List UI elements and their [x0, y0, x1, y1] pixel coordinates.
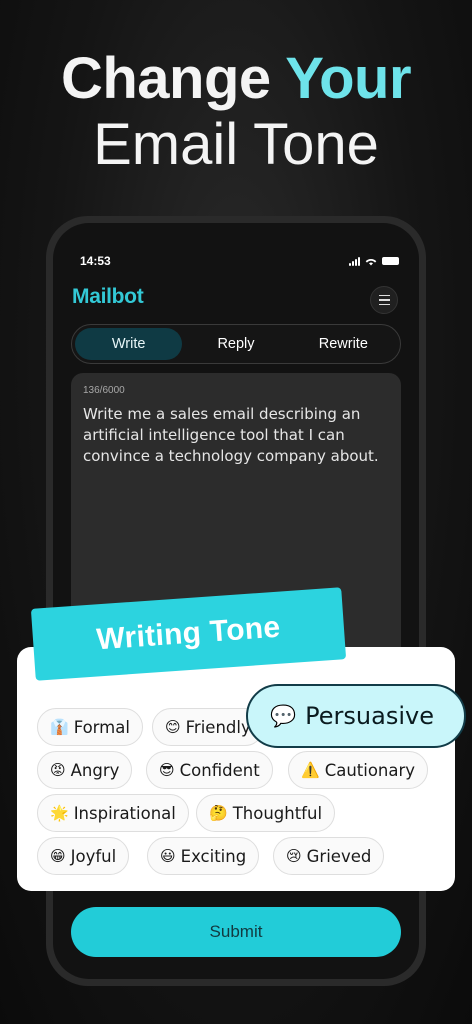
headline-word-change: Change	[60, 46, 271, 111]
headline-word-your: Your	[285, 46, 412, 111]
tone-chip-exciting[interactable]: 😃 Exciting	[147, 837, 260, 875]
thinking-face-icon: 🤔	[209, 804, 228, 822]
signal-icon	[349, 256, 360, 266]
menu-button[interactable]	[370, 286, 398, 314]
tone-chip-label: Thoughtful	[232, 803, 323, 823]
menu-icon	[378, 294, 390, 297]
tone-chip-label: Inspirational	[73, 803, 176, 823]
status-time: 14:53	[80, 254, 111, 268]
tone-chip-label: Formal	[73, 717, 130, 737]
warning-icon: ⚠️	[301, 761, 320, 779]
tone-chip-label: Joyful	[70, 846, 117, 866]
angry-face-icon: 😡	[50, 761, 66, 779]
headline: Change Your Email Tone	[0, 46, 472, 178]
wifi-icon	[365, 258, 377, 265]
tone-chip-label: Confident	[179, 760, 260, 780]
tone-chip-grieved[interactable]: 😢 Grieved	[273, 837, 385, 875]
tone-chip-label: Friendly	[185, 717, 251, 737]
sunglasses-face-icon: 😎	[159, 761, 175, 779]
tone-chip-label: Cautionary	[324, 760, 416, 780]
status-bar: 14:53	[80, 253, 399, 269]
crying-face-icon: 😢	[286, 847, 302, 865]
smile-icon: 😊	[165, 718, 181, 736]
grin-face-icon: 😁	[50, 847, 66, 865]
tone-chip-label: Grieved	[306, 846, 372, 866]
character-counter: 136/6000	[83, 385, 125, 396]
happy-face-icon: 😃	[160, 847, 176, 865]
writing-tone-title: Writing Tone	[95, 610, 282, 657]
submit-button[interactable]: Submit	[71, 907, 401, 957]
status-icons	[349, 256, 399, 266]
tone-chip-angry[interactable]: 😡 Angry	[37, 751, 133, 789]
tone-chip-formal[interactable]: 👔 Formal	[37, 708, 143, 746]
tab-rewrite[interactable]: Rewrite	[290, 328, 397, 360]
tone-chip-label: Persuasive	[305, 702, 434, 730]
prompt-text: Write me a sales email describing an art…	[83, 405, 379, 465]
tone-chip-label: Angry	[70, 760, 120, 780]
tone-chip-joyful[interactable]: 😁 Joyful	[37, 837, 130, 875]
mode-tabs: Write Reply Rewrite	[71, 324, 401, 364]
tone-chip-thoughtful[interactable]: 🤔 Thoughtful	[196, 794, 336, 832]
speech-bubble-icon: 💬	[270, 703, 297, 728]
battery-icon	[382, 257, 399, 265]
tab-reply[interactable]: Reply	[182, 328, 289, 360]
necktie-icon: 👔	[50, 718, 69, 736]
tone-chip-label: Exciting	[180, 846, 247, 866]
tone-chip-confident[interactable]: 😎 Confident	[146, 751, 273, 789]
star-icon: 🌟	[50, 804, 69, 822]
tab-write[interactable]: Write	[75, 328, 183, 360]
tone-chip-cautionary[interactable]: ⚠️ Cautionary	[288, 751, 429, 789]
tone-chip-persuasive-selected[interactable]: 💬 Persuasive	[246, 684, 466, 748]
headline-line-1: Change Your	[0, 46, 472, 112]
app-logo: Mailbot	[72, 285, 144, 308]
headline-line-2: Email Tone	[93, 112, 379, 177]
tone-chip-inspirational[interactable]: 🌟 Inspirational	[37, 794, 189, 832]
